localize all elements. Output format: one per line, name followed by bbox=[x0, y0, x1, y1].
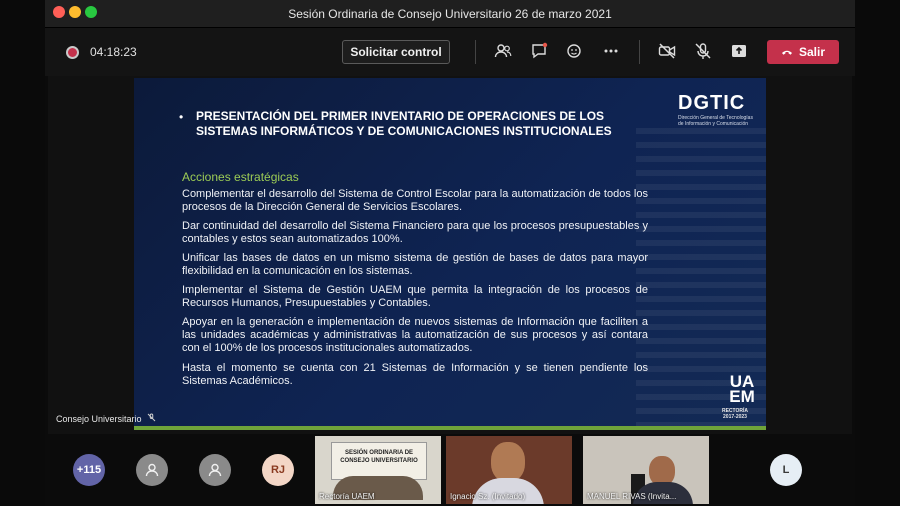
meeting-timer: 04:18:23 bbox=[90, 45, 137, 59]
user-avatar-icon[interactable] bbox=[136, 454, 168, 486]
camera-off-icon[interactable] bbox=[657, 42, 677, 62]
toolbar-divider bbox=[639, 40, 640, 64]
mic-off-icon[interactable] bbox=[693, 42, 713, 62]
leave-label: Salir bbox=[798, 45, 825, 59]
overflow-participants-button[interactable]: +115 bbox=[73, 454, 105, 486]
slide-bullet: • bbox=[179, 110, 184, 124]
request-control-button[interactable]: Solicitar control bbox=[342, 40, 450, 64]
more-options-icon[interactable] bbox=[601, 42, 621, 62]
participant-name: Rectoría UAEM bbox=[319, 492, 375, 501]
toolbar-divider bbox=[475, 40, 476, 64]
meeting-toolbar: 04:18:23 Solicitar control Salir bbox=[45, 28, 855, 76]
participant-name: MANUEL RIVAS (Invita... bbox=[587, 492, 677, 501]
reactions-icon[interactable] bbox=[565, 42, 585, 62]
presenter-name: Consejo Universitario bbox=[56, 414, 142, 424]
slide-accent-bar bbox=[134, 426, 766, 430]
slide-heading: PRESENTACIÓN DEL PRIMER INVENTARIO DE OP… bbox=[196, 109, 612, 138]
slide-paragraph: Complementar el desarrollo del Sistema d… bbox=[182, 188, 648, 213]
presenter-name-label: Consejo Universitario bbox=[56, 413, 156, 424]
phone-hangup-icon bbox=[781, 41, 793, 65]
dgtic-logo-subtitle: Dirección General de Tecnologías de Info… bbox=[678, 115, 753, 127]
participant-avatar-rj[interactable]: RJ bbox=[262, 454, 294, 486]
mic-muted-icon bbox=[147, 413, 156, 424]
user-avatar-icon[interactable] bbox=[199, 454, 231, 486]
shared-content-stage: • PRESENTACIÓN DEL PRIMER INVENTARIO DE … bbox=[48, 76, 852, 434]
slide-paragraph: Implementar el Sistema de Gestión UAEM q… bbox=[182, 284, 648, 309]
uaem-logo: UA EM bbox=[729, 372, 755, 406]
recording-indicator-icon bbox=[66, 46, 79, 59]
slide-paragraph: Hasta el momento se cuenta con 21 Sistem… bbox=[182, 362, 648, 387]
section-title: Acciones estratégicas bbox=[182, 170, 299, 184]
participant-strip: +115 RJ SESIÓN ORDINARIA DE CONSEJO UNIV… bbox=[45, 434, 855, 506]
leave-button[interactable]: Salir bbox=[767, 40, 839, 64]
participant-avatar-l[interactable]: L bbox=[770, 454, 802, 486]
session-banner: SESIÓN ORDINARIA DE CONSEJO UNIVERSITARI… bbox=[331, 442, 427, 480]
participant-video bbox=[491, 442, 525, 482]
participant-video-tile[interactable]: MANUEL RIVAS (Invita... bbox=[583, 436, 709, 504]
uaem-logo-subtitle: RECTORÍA 2017-2023 bbox=[721, 408, 749, 420]
share-icon[interactable] bbox=[729, 42, 749, 62]
participants-icon[interactable] bbox=[493, 42, 513, 62]
window-title: Sesión Ordinaria de Consejo Universitari… bbox=[288, 7, 612, 21]
participant-video-tile[interactable]: SESIÓN ORDINARIA DE CONSEJO UNIVERSITARI… bbox=[315, 436, 441, 504]
participant-video-tile[interactable]: Ignacio Sz. (Invitado) bbox=[446, 436, 572, 504]
slide-paragraph: Dar continuidad del desarrollo del Siste… bbox=[182, 220, 648, 245]
presentation-slide: • PRESENTACIÓN DEL PRIMER INVENTARIO DE … bbox=[134, 78, 766, 430]
slide-paragraph: Unificar las bases de datos en un mismo … bbox=[182, 252, 648, 277]
chat-icon[interactable] bbox=[529, 42, 549, 62]
dgtic-logo: DGTIC bbox=[678, 92, 746, 114]
slide-paragraph: Apoyar en la generación e implementación… bbox=[182, 316, 648, 354]
meeting-window: Sesión Ordinaria de Consejo Universitari… bbox=[45, 0, 855, 506]
title-bar: Sesión Ordinaria de Consejo Universitari… bbox=[45, 0, 855, 28]
participant-name: Ignacio Sz. (Invitado) bbox=[450, 492, 526, 501]
